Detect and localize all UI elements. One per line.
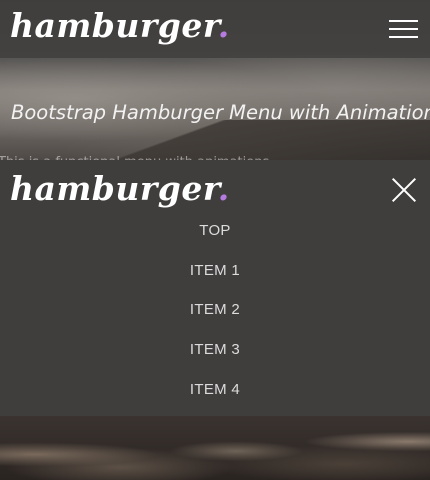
- menu-item-4[interactable]: ITEM 4: [0, 375, 430, 415]
- menu-item-top[interactable]: TOP: [0, 216, 430, 256]
- menu-item-1[interactable]: ITEM 1: [0, 256, 430, 296]
- menu-brand-logo[interactable]: hamburger.: [10, 169, 230, 208]
- hero-title: Bootstrap Hamburger Menu with Animations: [11, 101, 430, 124]
- menu-brand-name: hamburger: [10, 169, 218, 208]
- hamburger-icon[interactable]: [389, 20, 418, 38]
- close-icon[interactable]: [391, 177, 417, 203]
- menu-list: TOP ITEM 1 ITEM 2 ITEM 3 ITEM 4: [0, 216, 430, 414]
- brand-logo[interactable]: hamburger.: [10, 6, 230, 45]
- menu-item-2[interactable]: ITEM 2: [0, 295, 430, 335]
- brand-dot: .: [217, 6, 230, 45]
- menu-item-3[interactable]: ITEM 3: [0, 335, 430, 375]
- rocky-foreground: [0, 416, 430, 480]
- navbar: hamburger.: [0, 0, 430, 58]
- menu-brand-dot: .: [217, 169, 230, 208]
- brand-name: hamburger: [10, 6, 218, 45]
- menu-overlay: hamburger. TOP ITEM 1 ITEM 2 ITEM 3 ITEM…: [0, 160, 430, 416]
